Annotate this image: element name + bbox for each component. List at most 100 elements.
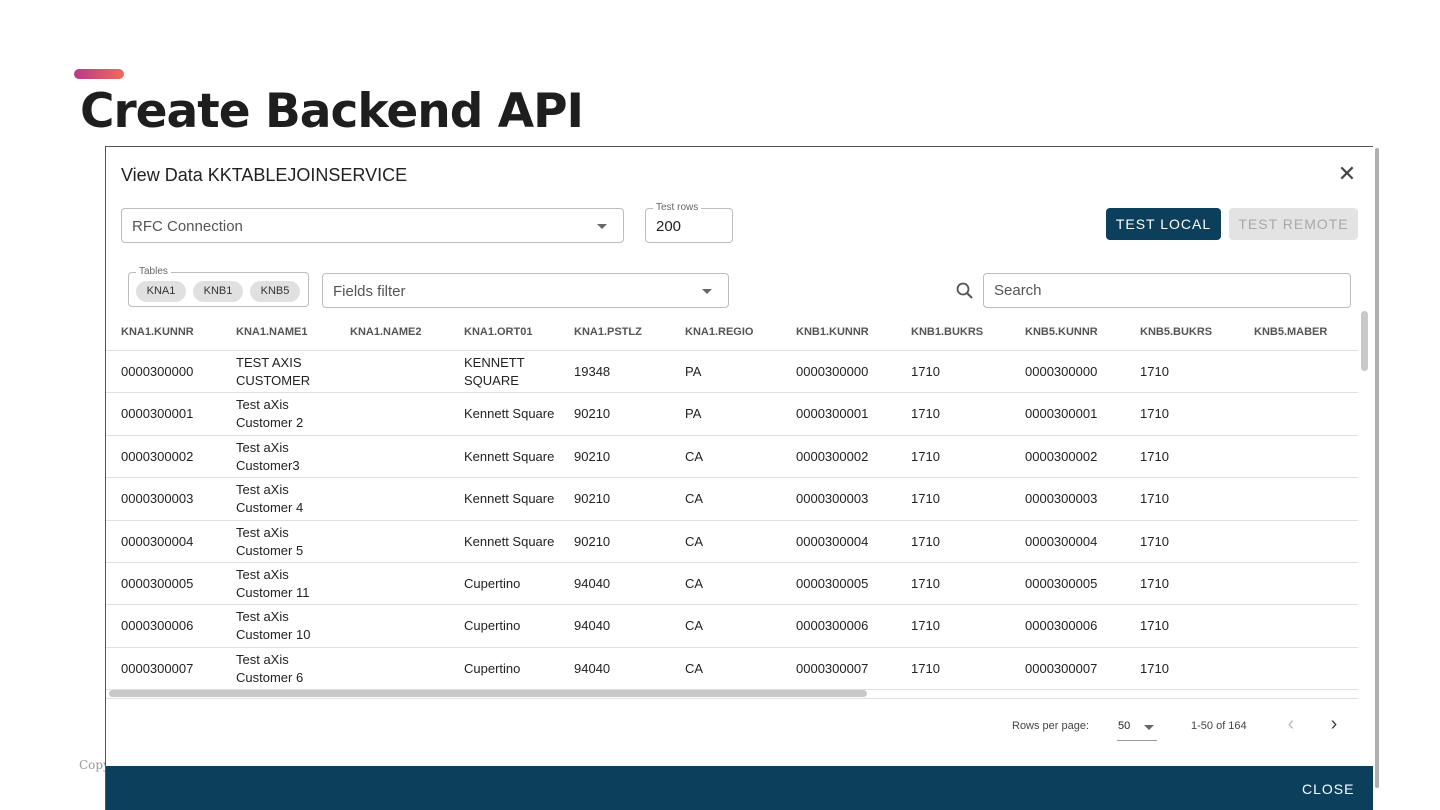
table-cell: 90210: [574, 406, 611, 422]
table-row[interactable]: 0000300005 Test aXis Customer 11 Cupertino…: [106, 563, 1359, 606]
table-cell: [1254, 563, 1359, 605]
table-row[interactable]: 0000300006 Test aXis Customer 10 Cupertino…: [106, 605, 1358, 648]
table-cell: CA: [685, 448, 704, 464]
table-cell: 0000300004: [1025, 533, 1098, 549]
column-header[interactable]: KNA1.NAME1: [236, 313, 308, 351]
table-cell: [350, 351, 455, 393]
tables-field: Tables KNA1 KNB1 KNB5: [128, 266, 309, 307]
chevron-down-icon: [702, 289, 712, 294]
column-header[interactable]: KNB5.KUNNR: [1025, 313, 1098, 351]
table-cell: 0000300003: [121, 491, 194, 507]
close-button[interactable]: CLOSE: [1302, 781, 1354, 797]
table-cell: CA: [685, 660, 704, 676]
table-cell: Test aXis Customer 4: [236, 482, 304, 516]
table-cell: 0000300000: [1025, 364, 1098, 379]
chevron-right-icon[interactable]: ›: [1325, 714, 1343, 734]
table-cell: 0000300004: [121, 533, 194, 549]
table-cell: 1710: [911, 618, 940, 634]
table-cell: 1710: [1140, 660, 1169, 676]
chevron-down-icon: [597, 224, 607, 229]
test-rows-field[interactable]: Test rows 200: [645, 202, 733, 243]
table-cell: CA: [685, 533, 704, 549]
table-cell: 0000300000: [796, 364, 869, 379]
search-input[interactable]: [983, 273, 1351, 308]
rows-per-page-value: 50: [1118, 720, 1131, 732]
column-header[interactable]: KNB5.MABER: [1254, 313, 1327, 351]
column-header[interactable]: KNB5.BUKRS: [1140, 313, 1212, 351]
fields-filter-select[interactable]: Fields filter: [322, 273, 729, 308]
table-cell: CA: [685, 491, 704, 507]
table-cell: [1254, 351, 1359, 393]
table-cell: 0000300002: [121, 448, 194, 464]
fields-filter-label: Fields filter: [333, 283, 406, 300]
column-header[interactable]: KNB1.KUNNR: [796, 313, 869, 351]
horizontal-scroll-track: [106, 698, 1358, 699]
data-grid: KNA1.KUNNR KNA1.NAME1 KNA1.NAME2 KNA1.OR…: [106, 313, 1359, 691]
table-cell: [1254, 521, 1359, 563]
chevron-left-icon: ‹: [1287, 713, 1295, 735]
table-cell: 0000300001: [796, 406, 869, 422]
table-cell: 90210: [574, 533, 611, 549]
table-chip-kna1[interactable]: KNA1: [136, 281, 186, 302]
rfc-connection-label: RFC Connection: [132, 218, 243, 235]
rows-per-page-select[interactable]: 50: [1117, 713, 1157, 741]
table-row[interactable]: 0000300007 Test aXis Customer 6 Cupertino 9…: [106, 648, 1359, 691]
slide-title: Create Backend API: [80, 84, 584, 139]
table-cell: 0000300001: [1025, 406, 1098, 422]
table-body: 0000300000 TEST AXIS CUSTOMER KENNETT SQUA…: [106, 351, 1359, 691]
table-cell: 1710: [1140, 491, 1169, 507]
page-scrollbar[interactable]: [1375, 148, 1379, 788]
table-cell: 0000300006: [796, 618, 869, 634]
table-cell: 0000300004: [796, 533, 869, 549]
column-header[interactable]: KNA1.PSTLZ: [574, 313, 642, 351]
rfc-connection-select[interactable]: RFC Connection: [121, 208, 624, 243]
pagination-range: 1-50 of 164: [1191, 720, 1247, 732]
table-row[interactable]: 0000300003 Test aXis Customer 4 Kennett Sq…: [106, 478, 1358, 521]
vertical-scrollbar[interactable]: [1361, 311, 1368, 371]
copyright-text: Copyright: [79, 758, 105, 772]
table-cell: PA: [685, 406, 702, 422]
horizontal-scrollbar[interactable]: [109, 690, 867, 697]
table-cell: Kennett Square: [464, 406, 555, 422]
column-header[interactable]: KNA1.KUNNR: [121, 313, 194, 351]
table-cell: 90210: [574, 491, 611, 507]
table-cell: Cupertino: [464, 660, 521, 676]
test-rows-value: 200: [656, 218, 682, 235]
table-cell: 1710: [911, 575, 940, 591]
table-cell: 1710: [911, 660, 940, 676]
table-row[interactable]: 0000300001 Test aXis Customer 2 Kennett Sq…: [106, 393, 1358, 436]
table-cell: [1254, 648, 1359, 690]
close-icon[interactable]: ✕: [1336, 163, 1358, 185]
table-cell: 1710: [1140, 533, 1169, 549]
table-chip-knb5[interactable]: KNB5: [250, 281, 300, 302]
table-cell: 94040: [574, 660, 611, 676]
table-cell: 0000300002: [796, 448, 869, 464]
rows-per-page-label: Rows per page:: [1012, 720, 1090, 732]
tables-legend: Tables: [136, 266, 171, 277]
test-local-button[interactable]: TEST LOCAL: [1106, 208, 1221, 240]
column-header[interactable]: KNA1.REGIO: [685, 313, 753, 351]
table-cell: Test aXis Customer 11: [236, 566, 310, 600]
table-cell: CA: [685, 575, 704, 591]
table-cell: [350, 521, 455, 563]
table-cell: 0000300001: [121, 406, 194, 422]
column-header[interactable]: KNB1.BUKRS: [911, 313, 983, 351]
table-chip-knb1[interactable]: KNB1: [193, 281, 243, 302]
table-cell: 90210: [574, 448, 611, 464]
column-header[interactable]: KNA1.ORT01: [464, 313, 532, 351]
table-cell: 0000300007: [121, 660, 194, 676]
table-cell: Kennett Square: [464, 448, 555, 464]
table-cell: 0000300006: [121, 618, 194, 634]
table-cell: 1710: [1140, 575, 1169, 591]
table-cell: [350, 563, 455, 605]
table-row[interactable]: 0000300000 TEST AXIS CUSTOMER KENNETT SQUA…: [106, 351, 1359, 394]
dialog-title: View Data KKTABLEJOINSERVICE: [121, 165, 408, 185]
table-cell: 0000300007: [1025, 660, 1098, 676]
table-cell: [350, 605, 455, 647]
column-header[interactable]: KNA1.NAME2: [350, 313, 422, 351]
search-icon: [956, 282, 973, 299]
table-row[interactable]: 0000300002 Test aXis Customer3 Kennett Squ…: [106, 436, 1358, 479]
table-row[interactable]: 0000300004 Test aXis Customer 5 Kennett Sq…: [106, 521, 1358, 563]
table-cell: Cupertino: [464, 618, 521, 634]
table-cell: 0000300002: [1025, 448, 1098, 464]
